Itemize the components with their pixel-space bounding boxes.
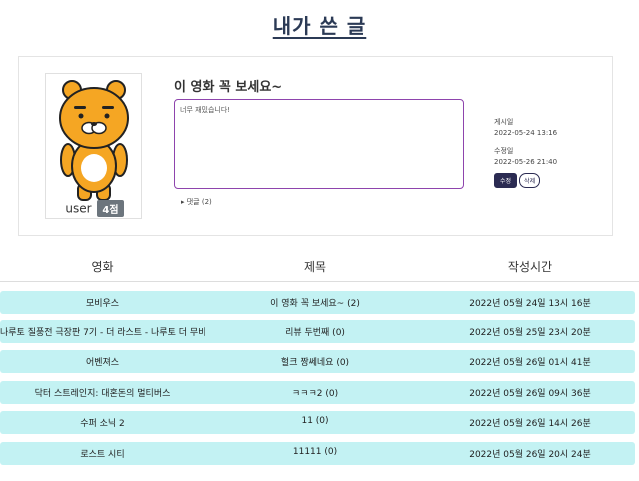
row-movie: 닥터 스트레인지: 대혼돈의 멀티버스 — [34, 389, 171, 399]
posted-date-value: 2022-05-24 13:16 — [494, 129, 558, 137]
row-movie: 어벤져스 — [85, 358, 120, 368]
ryan-avatar-icon — [59, 80, 129, 201]
post-actions: 수정 삭제 — [494, 173, 541, 188]
row-movie: 수퍼 소닉 2 — [80, 419, 125, 429]
table-row[interactable]: 수퍼 소닉 2 11 (0) 2022년 05월 26일 14시 26분 — [0, 411, 635, 434]
table-row[interactable]: 닥터 스트레인지: 대혼돈의 멀티버스 ㅋㅋㅋ2 (0) 2022년 05월 2… — [0, 381, 635, 404]
table-header: 영화 제목 작성시간 — [0, 252, 639, 282]
page-title: 내가 쓴 글 — [272, 14, 367, 38]
post-card: user 4점 이 영화 꼭 보세요~ 너무 재밌습니다! ▸ 댓글 (2) 게… — [18, 56, 613, 236]
row-title: 헐크 짱쎄네요 (0) — [280, 358, 350, 368]
row-time: 2022년 05월 25일 23시 20분 — [469, 328, 591, 338]
row-movie: 모비우스 — [85, 299, 120, 309]
user-name: user — [65, 201, 92, 216]
row-title: ㅋㅋㅋ2 (0) — [291, 389, 339, 399]
post-meta: 게시일 2022-05-24 13:16 수정일 2022-05-26 21:4… — [494, 117, 557, 166]
comments-toggle[interactable]: ▸ 댓글 (2) — [181, 197, 212, 207]
row-movie: 로스트 시티 — [80, 450, 125, 460]
edited-date-label: 수정일 — [494, 147, 514, 155]
row-time: 2022년 05월 26일 20시 24분 — [469, 450, 591, 460]
row-title: 11 (0) — [301, 416, 329, 426]
column-header-time: 작성시간 — [507, 260, 553, 274]
column-header-movie: 영화 — [91, 260, 114, 274]
table-row[interactable]: 로스트 시티 11111 (0) 2022년 05월 26일 20시 24분 — [0, 442, 635, 465]
row-time: 2022년 05월 26일 09시 36분 — [469, 389, 591, 399]
column-header-title: 제목 — [303, 260, 327, 274]
profile-box: user 4점 — [45, 73, 142, 219]
row-movie: 나루토 질풍전 극장판 7기 - 더 라스트 - 나루토 더 무비 — [0, 328, 205, 338]
user-info: user 4점 — [46, 200, 143, 217]
row-title: 리뷰 두번째 (0) — [285, 328, 345, 338]
row-time: 2022년 05월 26일 01시 41분 — [469, 358, 591, 368]
row-time: 2022년 05월 24일 13시 16분 — [469, 299, 591, 309]
table-row[interactable]: 모비우스 이 영화 꼭 보세요~ (2) 2022년 05월 24일 13시 1… — [0, 291, 635, 314]
delete-button[interactable]: 삭제 — [519, 173, 541, 188]
table-row[interactable]: 어벤져스 헐크 짱쎄네요 (0) 2022년 05월 26일 01시 41분 — [0, 350, 635, 373]
row-title: 이 영화 꼭 보세요~ (2) — [270, 299, 360, 309]
level-badge: 4점 — [97, 200, 124, 217]
post-title: 이 영화 꼭 보세요~ — [174, 80, 283, 95]
edit-button[interactable]: 수정 — [494, 173, 518, 188]
table-row[interactable]: 나루토 질풍전 극장판 7기 - 더 라스트 - 나루토 더 무비 리뷰 두번째… — [0, 320, 635, 343]
edited-date-value: 2022-05-26 21:40 — [494, 158, 558, 166]
row-title: 11111 (0) — [292, 447, 338, 457]
post-content-box: 너무 재밌습니다! — [174, 99, 464, 189]
row-time: 2022년 05월 26일 14시 26분 — [469, 419, 591, 429]
posted-date-label: 게시일 — [494, 118, 514, 126]
